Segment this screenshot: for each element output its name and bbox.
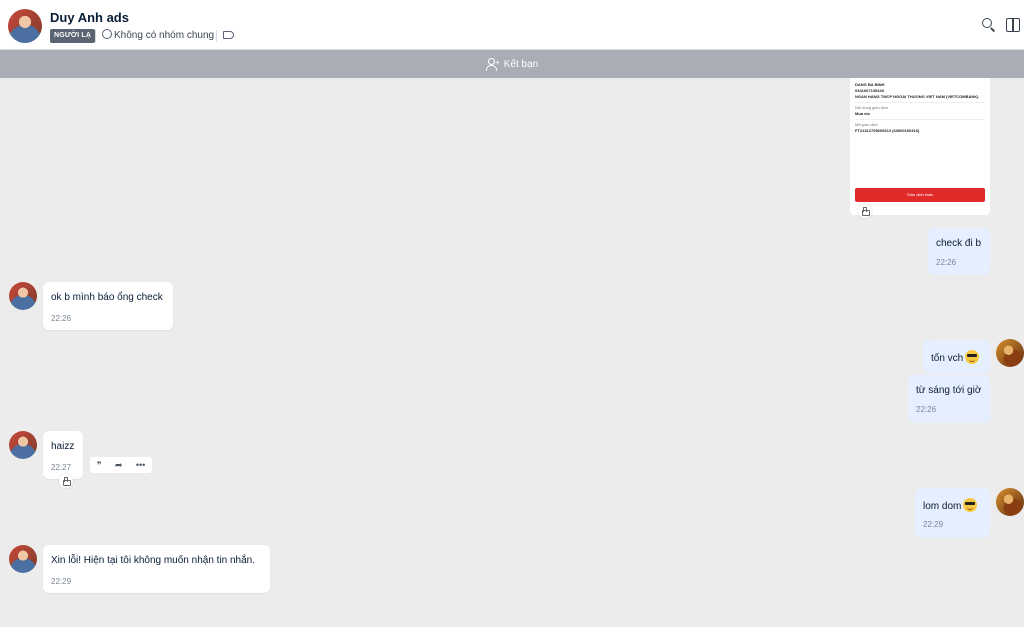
message-text: ok b mình báo ổng check: [51, 292, 163, 303]
message-bubble[interactable]: ok b mình báo ổng check 22:26: [43, 282, 173, 330]
chat-header: Duy Anh ads NGƯỜI LẠ Không có nhóm chung: [0, 0, 1024, 50]
like-icon[interactable]: [858, 204, 872, 218]
message-time: 22:27: [51, 463, 72, 472]
more-icon[interactable]: •••: [136, 460, 145, 470]
forward-icon[interactable]: ➦: [115, 460, 123, 470]
message-text-content: lom dom: [923, 501, 962, 512]
my-avatar[interactable]: [996, 488, 1024, 516]
contact-avatar[interactable]: [9, 431, 37, 459]
contact-avatar[interactable]: [8, 9, 42, 43]
message-time: 22:29: [923, 520, 944, 529]
stranger-badge: NGƯỜI LẠ: [50, 29, 96, 43]
common-groups[interactable]: Không có nhóm chung: [102, 29, 214, 43]
contact-avatar[interactable]: [9, 282, 37, 310]
message-bubble[interactable]: tốn vch: [923, 340, 990, 373]
message-bubble[interactable]: haizz 22:27: [43, 431, 83, 479]
cool-emoji-icon: [965, 350, 980, 364]
message-bubble[interactable]: Xin lỗi! Hiện tại tôi không muốn nhận ti…: [43, 545, 270, 593]
message-text: Xin lỗi! Hiện tại tôi không muốn nhận ti…: [51, 555, 256, 566]
message-text: lom dom: [923, 498, 978, 512]
divider: [95, 30, 96, 42]
message-text-content: tốn vch: [931, 353, 964, 364]
contact-avatar[interactable]: [9, 545, 37, 573]
quote-icon[interactable]: ❞: [97, 460, 102, 470]
group-icon: [102, 29, 112, 39]
message-text: check đi b: [936, 238, 982, 249]
message-bubble[interactable]: lom dom 22:29: [915, 488, 990, 538]
add-friend-bar[interactable]: + Kết bạn: [0, 50, 1024, 78]
toggle-panel-icon[interactable]: [1006, 18, 1020, 32]
message-text: haizz: [51, 441, 75, 452]
divider: [216, 30, 217, 42]
add-user-icon: +: [485, 58, 500, 71]
search-icon[interactable]: [982, 18, 996, 32]
like-icon[interactable]: [59, 474, 73, 488]
message-time: 22:29: [51, 577, 72, 586]
cool-emoji-icon: [963, 498, 978, 512]
message-time: 22:26: [936, 258, 957, 267]
message-list[interactable]: DANG BA BINH 0341007135440 NGAN HANG TMC…: [0, 78, 1024, 627]
message-bubble[interactable]: check đi b 22:26: [928, 228, 990, 275]
transfer-receipt-image[interactable]: DANG BA BINH 0341007135440 NGAN HANG TMC…: [850, 78, 990, 215]
receipt-content: Mua via: [855, 111, 870, 116]
message-time: 22:26: [51, 314, 72, 323]
message-text: từ sáng tới giờ: [916, 385, 982, 396]
my-avatar[interactable]: [996, 339, 1024, 367]
message-text: tốn vch: [931, 350, 980, 364]
tag-icon[interactable]: [223, 31, 234, 39]
message-time: 22:26: [916, 405, 937, 414]
common-groups-label: Không có nhóm chung: [114, 30, 215, 41]
message-actions: ❞ ➦ •••: [90, 457, 152, 473]
receipt-other-transaction-button: Giao dịch khác: [855, 188, 985, 202]
receipt-bank: NGAN HANG TMCP NGOAI THUONG VIET NAM (VI…: [855, 94, 979, 99]
receipt-code: FT21312799600613 (63000160316): [855, 128, 920, 133]
contact-name[interactable]: Duy Anh ads: [50, 10, 129, 25]
add-friend-label: Kết bạn: [503, 58, 539, 70]
message-bubble[interactable]: từ sáng tới giờ 22:26: [908, 375, 990, 423]
